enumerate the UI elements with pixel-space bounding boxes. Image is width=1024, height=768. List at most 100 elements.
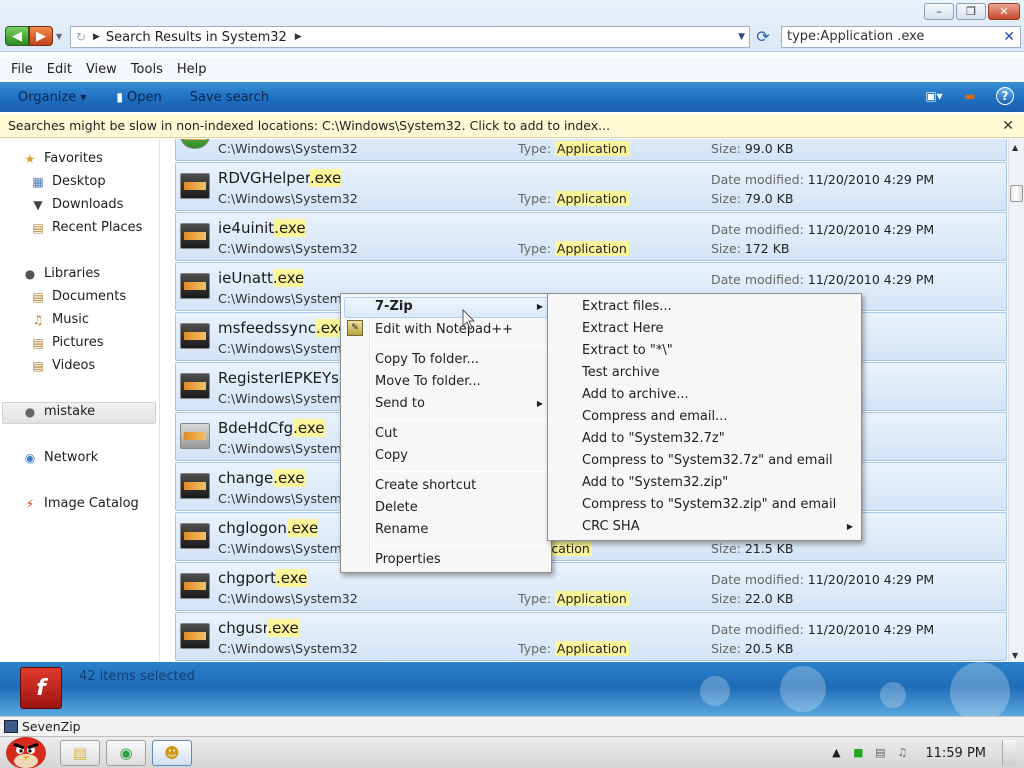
open-button[interactable]: ▮ Open — [116, 90, 161, 105]
menu-item-delete[interactable]: Delete — [375, 498, 418, 518]
save-search-button[interactable]: Save search — [190, 90, 269, 105]
start-button-angry-bird-icon[interactable] — [2, 729, 48, 768]
submenu-extract-to[interactable]: Extract to "*\" — [582, 341, 673, 361]
file-name-base: ie4uinit — [218, 219, 275, 237]
change-view-icon[interactable]: ▣▾ — [924, 86, 944, 106]
menu-file[interactable]: File — [4, 62, 40, 77]
scroll-up-icon[interactable]: ▲ — [1012, 143, 1018, 152]
taskbar-explorer-button[interactable]: ▤ — [60, 740, 100, 766]
menu-item-send-to[interactable]: Send to — [375, 394, 425, 414]
show-desktop-button[interactable] — [1002, 740, 1016, 766]
submenu-test-archive[interactable]: Test archive — [582, 363, 659, 383]
size-value: 172 KB — [744, 241, 790, 256]
index-info-bar[interactable]: Searches might be slow in non-indexed lo… — [0, 114, 1024, 138]
taskbar-smiley-app-button[interactable]: ☻ — [152, 740, 192, 766]
submenu-add-to-archive[interactable]: Add to archive... — [582, 385, 689, 405]
organize-button[interactable]: Organize ▼ — [18, 90, 86, 105]
nav-mistake[interactable]: ● mistake — [22, 404, 95, 419]
tray-green-app-icon[interactable]: ■ — [851, 746, 865, 760]
submenu-compress-7z-email[interactable]: Compress to "System32.7z" and email — [582, 451, 833, 471]
menu-item-rename[interactable]: Rename — [375, 520, 428, 540]
clock[interactable]: 11:59 PM — [925, 746, 986, 761]
submenu-compress-and-email[interactable]: Compress and email... — [582, 407, 728, 427]
volume-icon[interactable]: ♫ — [895, 746, 909, 760]
menu-item-edit-notepadpp[interactable]: Edit with Notepad++ — [375, 320, 513, 340]
submenu-crc-sha[interactable]: CRC SHA — [582, 517, 640, 537]
file-row[interactable]: ie4uinit.exe C:\Windows\System32 Type: A… — [175, 212, 1007, 261]
maximize-button[interactable]: ❐ — [956, 3, 986, 20]
file-name-ext: .exe — [276, 569, 308, 587]
size-value: 99.0 KB — [744, 141, 794, 156]
file-row[interactable]: C:\Windows\System32 Type: Application Si… — [175, 139, 1007, 161]
size-value: 21.5 KB — [744, 541, 794, 556]
type-value: Application — [554, 641, 629, 656]
nav-favorites[interactable]: ★ Favorites — [22, 151, 103, 166]
menu-item-create-shortcut[interactable]: Create shortcut — [375, 476, 476, 496]
submenu-extract-here[interactable]: Extract Here — [582, 319, 664, 339]
file-name-base: chglogon — [218, 519, 287, 537]
close-button[interactable]: ✕ — [988, 3, 1020, 20]
nav-music[interactable]: ♫ Music — [30, 312, 89, 327]
forward-button[interactable]: ▶ — [29, 26, 53, 46]
submenu-add-to-zip[interactable]: Add to "System32.zip" — [582, 473, 728, 493]
recent-places-icon: ▤ — [32, 220, 44, 235]
type-label: Type: — [518, 141, 551, 156]
recent-pages-dropdown-icon[interactable]: ▼ — [56, 32, 62, 41]
file-size: Size: 99.0 KB — [711, 141, 793, 156]
file-row[interactable]: chgusr.exe C:\Windows\System32 Type: App… — [175, 612, 1007, 661]
nav-downloads[interactable]: ▼ Downloads — [30, 197, 123, 212]
menu-help[interactable]: Help — [170, 62, 214, 77]
menu-item-properties[interactable]: Properties — [375, 550, 441, 570]
address-path[interactable]: Search Results in System32 — [106, 30, 287, 45]
file-name: msfeedssync.exe — [218, 319, 348, 337]
menu-tools[interactable]: Tools — [124, 62, 170, 77]
nav-videos[interactable]: ▤ Videos — [30, 358, 95, 373]
nav-recent-places[interactable]: ▤ Recent Places — [30, 220, 142, 235]
scroll-down-icon[interactable]: ▼ — [1012, 651, 1018, 660]
menu-item-copy[interactable]: Copy — [375, 446, 408, 466]
chrome-icon: ◉ — [119, 744, 133, 762]
decorative-bokeh — [700, 676, 730, 706]
help-icon[interactable]: ? — [996, 87, 1014, 105]
menu-view[interactable]: View — [79, 62, 124, 77]
breadcrumb-arrow-icon[interactable]: ▶ — [93, 32, 100, 42]
submenu-compress-zip-email[interactable]: Compress to "System32.zip" and email — [582, 495, 836, 515]
nav-documents[interactable]: ▤ Documents — [30, 289, 126, 304]
address-dropdown-icon[interactable]: ▼ — [738, 32, 745, 42]
nav-network[interactable]: ◉ Network — [22, 450, 99, 465]
menu-item-copy-to-folder[interactable]: Copy To folder... — [375, 350, 479, 370]
nav-image-catalog[interactable]: ⚡ Image Catalog — [22, 496, 139, 511]
file-row[interactable]: RDVGHelper.exe C:\Windows\System32 Type:… — [175, 162, 1007, 211]
submenu-extract-files[interactable]: Extract files... — [582, 297, 672, 317]
search-input[interactable]: type:Application .exe ✕ — [781, 26, 1021, 48]
submenu-add-to-7z[interactable]: Add to "System32.7z" — [582, 429, 725, 449]
menu-separator — [373, 419, 548, 420]
clear-search-icon[interactable]: ✕ — [1003, 27, 1015, 47]
vertical-scrollbar[interactable]: ▲ ▼ — [1008, 139, 1024, 662]
size-value: 20.5 KB — [744, 641, 794, 656]
nav-libraries[interactable]: ● Libraries — [22, 266, 100, 281]
nav-pictures[interactable]: ▤ Pictures — [30, 335, 103, 350]
minimize-button[interactable]: – — [924, 3, 954, 20]
menu-item-move-to-folder[interactable]: Move To folder... — [375, 372, 481, 392]
scroll-thumb[interactable] — [1010, 185, 1023, 202]
file-type: Type: Application — [518, 241, 629, 256]
nav-desktop[interactable]: ▦ Desktop — [30, 174, 105, 189]
address-bar[interactable]: ↻ ▶ Search Results in System32 ▶ ▼ — [70, 26, 750, 48]
menu-bar: File Edit View Tools Help — [0, 58, 1024, 80]
notepadpp-icon: ✎ — [347, 320, 363, 336]
file-row[interactable]: chgport.exe C:\Windows\System32 Type: Ap… — [175, 562, 1007, 611]
refresh-button[interactable]: ⟳ — [752, 27, 774, 47]
network-tray-icon[interactable]: ▤ — [873, 746, 887, 760]
preview-pane-icon[interactable]: ▬ — [960, 86, 980, 106]
menu-item-cut[interactable]: Cut — [375, 424, 397, 444]
menu-item-7zip[interactable]: 7-Zip — [375, 297, 413, 317]
tray-expand-icon[interactable]: ▲ — [829, 746, 843, 760]
libraries-icon: ● — [24, 266, 36, 281]
close-icon[interactable]: ✕ — [1002, 114, 1014, 138]
taskbar-chrome-button[interactable]: ◉ — [106, 740, 146, 766]
back-button[interactable]: ◀ — [5, 26, 29, 46]
breadcrumb-arrow-icon[interactable]: ▶ — [295, 32, 302, 42]
menu-edit[interactable]: Edit — [40, 62, 79, 77]
open-label: Open — [127, 89, 162, 105]
